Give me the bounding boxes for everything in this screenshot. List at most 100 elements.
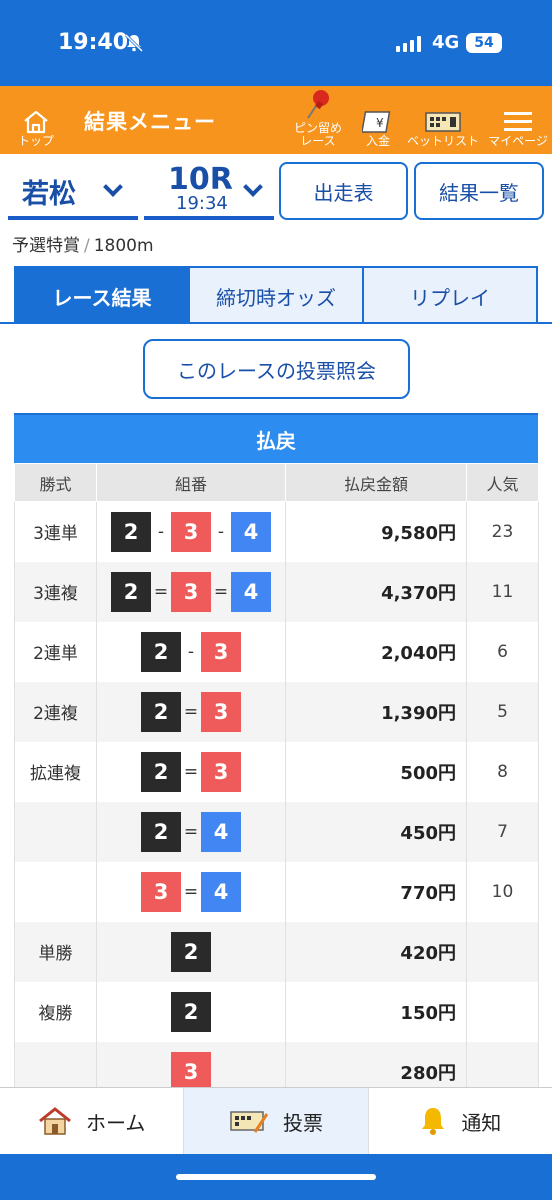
combination-operator: = <box>183 761 199 782</box>
nav-notification[interactable]: 通知 <box>369 1088 552 1154</box>
combination-operator: = <box>183 701 199 722</box>
nav-home[interactable]: ホーム <box>0 1088 185 1154</box>
results-list-button[interactable]: 結果一覧 <box>414 162 544 220</box>
home-indicator[interactable] <box>176 1174 376 1180</box>
combination: 3 = 4 <box>96 861 286 922</box>
payout-row: 2連単 2-3 2,040円 6 <box>14 621 539 682</box>
combination: 2 = 3 = 4 <box>96 561 286 622</box>
payout-row: 3連単 2-3-4 9,580円 23 <box>14 501 539 562</box>
race-info-separator: / <box>84 236 90 256</box>
bottom-nav: ホーム 投票 通知 <box>0 1087 552 1154</box>
tab-replay[interactable]: リプレイ <box>364 266 538 324</box>
payout-amount: 2,040円 <box>285 621 467 682</box>
mypage-button[interactable]: マイページ <box>488 86 548 154</box>
yen-deposit-icon: ¥ <box>362 111 391 133</box>
combination-operator: = <box>153 581 169 602</box>
combination-operator: = <box>183 821 199 842</box>
payout-row: 単勝 2 420円 <box>14 921 539 982</box>
chevron-down-icon <box>103 177 123 197</box>
pin-race-label: ピン留め レース <box>293 121 342 148</box>
nav-bet[interactable]: 投票 <box>184 1088 369 1154</box>
tabs-divider <box>0 322 552 324</box>
boat-number-badge: 3 <box>201 631 241 672</box>
boat-number-badge: 3 <box>141 871 181 912</box>
race-distance: 1800m <box>93 236 154 256</box>
payout-amount: 4,370円 <box>285 561 467 622</box>
venue-name: 若松 <box>22 179 76 210</box>
payout-amount: 450円 <box>285 801 467 862</box>
payout-amount: 420円 <box>285 921 467 982</box>
tab-closing-odds[interactable]: 締切時オッズ <box>190 266 364 324</box>
bet-type <box>14 801 97 862</box>
payout-row: 2連複 2 = 3 1,390円 5 <box>14 681 539 742</box>
payout-row: 複勝 2 150円 <box>14 981 539 1042</box>
combination-operator: - <box>157 521 165 542</box>
boat-number-badge: 3 <box>201 751 241 792</box>
combination-operator: = <box>183 881 199 902</box>
system-bottom-bar <box>0 1154 552 1200</box>
race-name: 予選特賞 <box>12 236 80 256</box>
popularity <box>466 981 539 1042</box>
hamburger-menu-icon <box>504 112 532 131</box>
header-combination: 組番 <box>96 463 286 502</box>
home-outline-icon <box>24 110 48 134</box>
boat-number-badge: 2 <box>111 571 151 612</box>
combination-operator: = <box>213 581 229 602</box>
popularity <box>466 921 539 982</box>
muted-bell-icon <box>124 33 144 53</box>
app-header: トップ 結果メニュー ピン留め レース ¥ 入金 ベットリスト マイページ <box>0 86 552 154</box>
entry-list-button[interactable]: 出走表 <box>279 162 408 220</box>
boat-number-badge: 3 <box>171 1051 211 1092</box>
bet-query-button[interactable]: このレースの投票照会 <box>143 339 410 399</box>
boat-number-badge: 4 <box>201 871 241 912</box>
home-icon <box>39 1107 71 1135</box>
venue-selector[interactable]: 若松 <box>8 160 138 220</box>
combination-operator: - <box>187 641 195 662</box>
race-number: 10R <box>168 162 233 197</box>
bet-type: 拡連複 <box>14 741 97 802</box>
payout-row: 拡連複 2 = 3 500円 8 <box>14 741 539 802</box>
popularity: 5 <box>466 681 539 742</box>
boat-number-badge: 2 <box>171 931 211 972</box>
popularity: 10 <box>466 861 539 922</box>
payout-amount: 770円 <box>285 861 467 922</box>
boat-number-badge: 2 <box>171 991 211 1032</box>
combination: 2 <box>96 921 286 982</box>
combination: 2 <box>96 981 286 1042</box>
payout-amount: 9,580円 <box>285 501 467 562</box>
network-type: 4G <box>432 32 460 53</box>
bet-type: 3連複 <box>14 561 97 622</box>
bet-type: 2連複 <box>14 681 97 742</box>
bet-type: 2連単 <box>14 621 97 682</box>
payout-header-row: 勝式 組番 払戻金額 人気 <box>14 463 539 502</box>
popularity: 23 <box>466 501 539 562</box>
combination: 2 = 4 <box>96 801 286 862</box>
popularity: 8 <box>466 741 539 802</box>
boat-number-badge: 4 <box>231 511 271 552</box>
top-button[interactable]: トップ <box>14 86 58 154</box>
bet-type <box>14 861 97 922</box>
popularity: 7 <box>466 801 539 862</box>
boat-number-badge: 2 <box>141 751 181 792</box>
tab-race-result[interactable]: レース結果 <box>14 266 190 324</box>
pin-race-button[interactable]: ピン留め レース <box>288 86 348 154</box>
header-payout-amount: 払戻金額 <box>285 463 467 502</box>
boat-number-badge: 2 <box>111 511 151 552</box>
chevron-down-icon <box>243 177 263 197</box>
payout-amount: 1,390円 <box>285 681 467 742</box>
deposit-label: 入金 <box>365 134 390 148</box>
bet-type: 複勝 <box>14 981 97 1042</box>
boat-number-badge: 2 <box>141 691 181 732</box>
nav-bet-label: 投票 <box>282 1110 323 1135</box>
betlist-button[interactable]: ベットリスト <box>407 86 480 154</box>
nav-home-label: ホーム <box>85 1110 146 1135</box>
status-bar: 19:40 4G 54 <box>0 0 552 86</box>
deposit-button[interactable]: ¥ 入金 <box>360 86 396 154</box>
boat-number-badge: 2 <box>141 811 181 852</box>
betlist-label: ベットリスト <box>407 134 480 148</box>
boat-number-badge: 2 <box>141 631 181 672</box>
bet-type: 3連単 <box>14 501 97 562</box>
header-bet-type: 勝式 <box>14 463 97 502</box>
race-selector[interactable]: 10R 19:34 <box>144 160 274 220</box>
combination: 2 = 3 <box>96 741 286 802</box>
